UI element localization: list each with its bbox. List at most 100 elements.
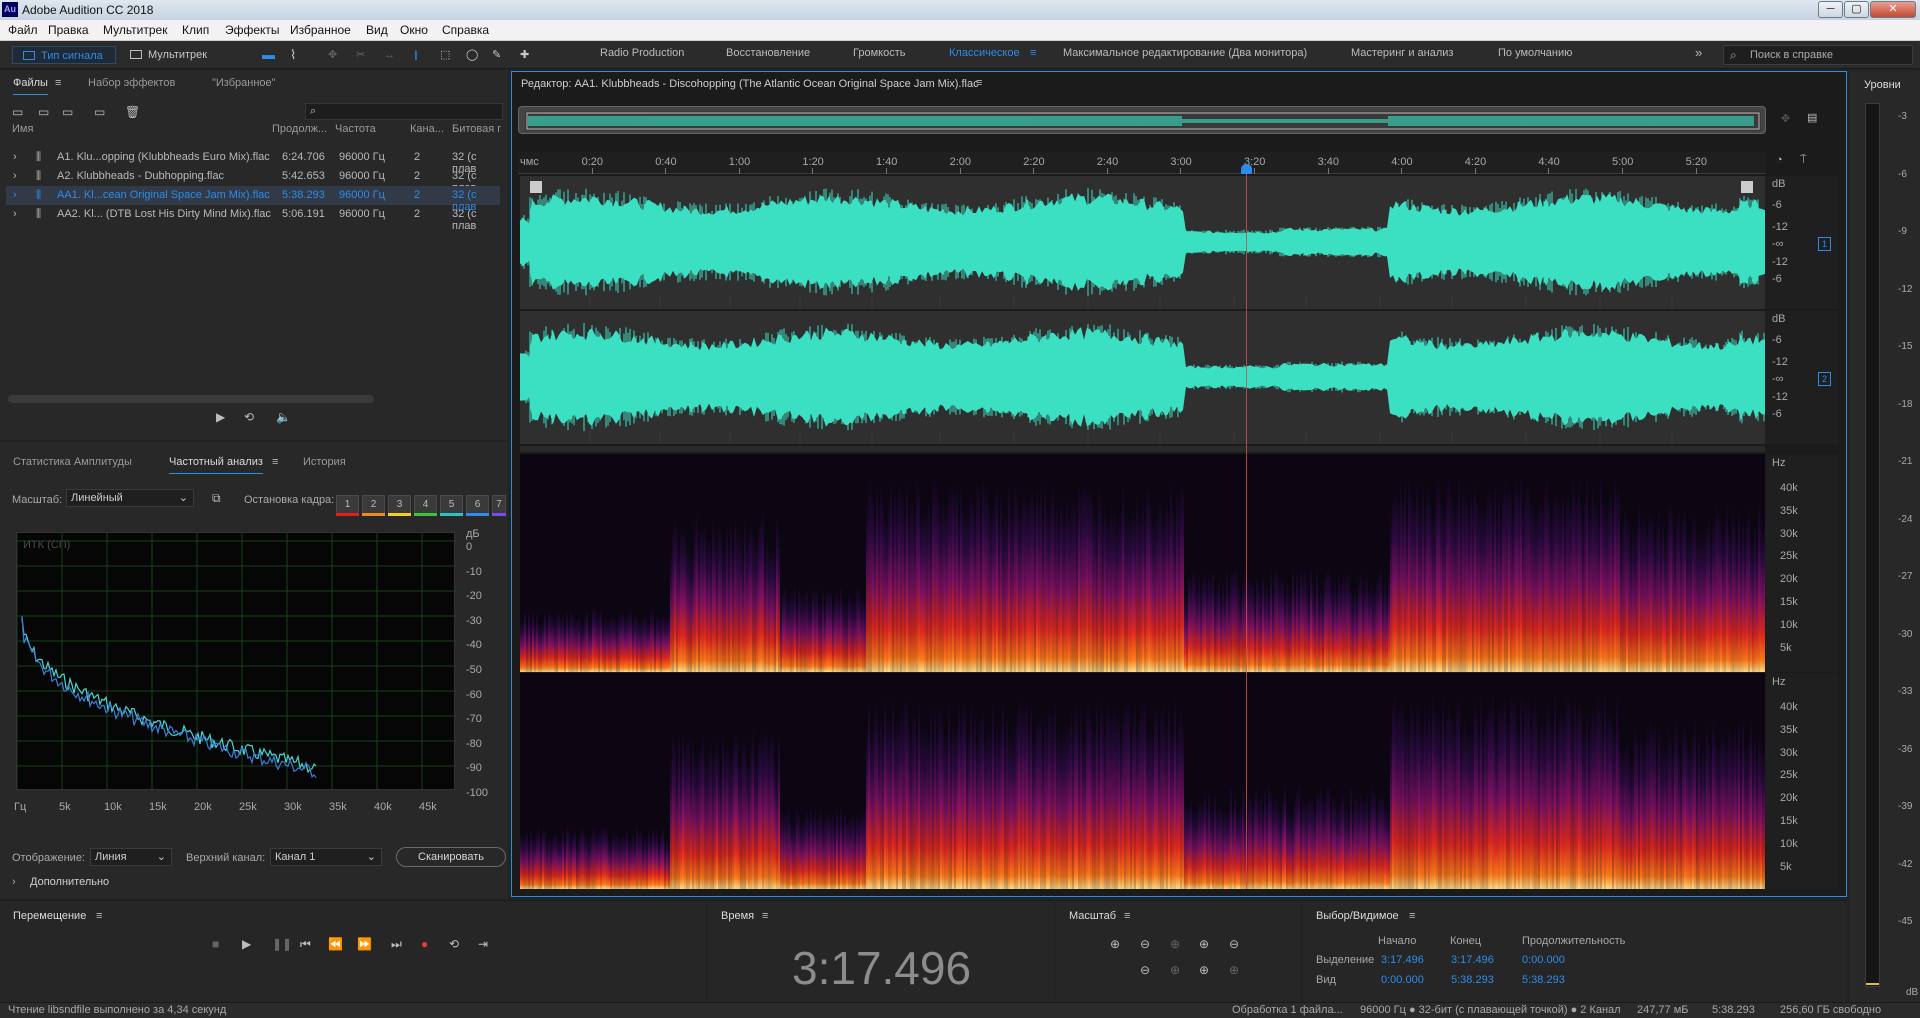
menu-file[interactable]: Файл (8, 23, 38, 37)
skip-forward-icon[interactable]: ⏭ (391, 937, 402, 952)
maximize-button[interactable]: ▢ (1844, 1, 1869, 18)
minimize-button[interactable]: ─ (1818, 1, 1843, 18)
zoom-out-time-icon[interactable]: ⊖ (1229, 937, 1239, 951)
workspace-classic[interactable]: Классическое (949, 47, 1020, 59)
close-button[interactable]: ✕ (1870, 1, 1916, 18)
col-rate[interactable]: Частота (335, 123, 376, 135)
play-file-icon[interactable]: ▶ (216, 410, 225, 424)
spectral-channel-2[interactable] (520, 673, 1766, 889)
menu-help[interactable]: Справка (442, 23, 489, 37)
zoom-in-point-icon[interactable]: ⊕ (1170, 937, 1180, 951)
menu-window[interactable]: Окно (400, 23, 428, 37)
time-selection-tool-icon[interactable]: I (414, 46, 430, 64)
file-row-selected[interactable]: › ⫼ AA1. Kl...cean Original Space Jam Mi… (6, 186, 500, 213)
waveform-channel-2[interactable] (520, 311, 1765, 444)
freeze-slot-4[interactable]: 4 (414, 495, 437, 514)
open-file-icon[interactable]: ▭ (12, 105, 23, 119)
col-bits[interactable]: Битовая г (452, 123, 501, 135)
view-duration-value[interactable]: 5:38.293 (1522, 974, 1565, 986)
pause-icon[interactable]: ❚❚ (272, 937, 292, 951)
razor-tool-icon[interactable]: ✂ (356, 46, 376, 64)
playhead-line[interactable] (1246, 170, 1247, 889)
menu-favorites[interactable]: Избранное (290, 23, 351, 37)
scale-select[interactable]: Линейный ⌄ (66, 489, 194, 507)
channel-2-badge[interactable]: 2 (1818, 372, 1831, 386)
freeze-slot-5[interactable]: 5 (440, 495, 463, 514)
workspace-more-icon[interactable]: » (1695, 45, 1702, 60)
zoom-out-full-icon[interactable]: ⊖ (1140, 963, 1150, 977)
menu-effects[interactable]: Эффекты (225, 23, 280, 37)
overview-options-icon[interactable]: ▤ (1807, 111, 1817, 124)
menu-edit[interactable]: Правка (48, 23, 89, 37)
zoom-out-amplitude-icon[interactable]: ⊖ (1140, 937, 1150, 951)
editor-menu-icon[interactable]: ≡ (976, 77, 982, 89)
view-end-value[interactable]: 5:38.293 (1451, 974, 1494, 986)
display-select[interactable]: Линия ⌄ (90, 848, 172, 866)
fast-forward-icon[interactable]: ⏩ (357, 937, 372, 951)
new-file-icon[interactable]: ▭ (62, 105, 73, 119)
copy-freeze-icon[interactable]: ⧉ (212, 491, 221, 506)
zoom-in-amplitude-icon[interactable]: ⊕ (1110, 937, 1120, 951)
tab-files[interactable]: Файлы (13, 77, 48, 95)
expand-icon[interactable]: › (13, 170, 17, 182)
col-duration[interactable]: Продолж... (272, 123, 327, 135)
zoom-selection-icon[interactable]: ⊕ (1170, 963, 1180, 977)
waveform-view-button[interactable]: Тип сигнала (12, 46, 116, 64)
loop-icon[interactable]: ⟲ (449, 937, 459, 951)
selection-menu-icon[interactable]: ≡ (1409, 910, 1415, 922)
slip-tool-icon[interactable]: ↔ (384, 46, 404, 64)
freeze-slot-6[interactable]: 6 (466, 495, 489, 514)
tab-favorites[interactable]: "Избранное" (212, 77, 276, 89)
waveform-display-icon[interactable]: ▬ (262, 46, 282, 64)
zoom-in-left-icon[interactable]: ⊕ (1199, 963, 1209, 977)
tab-effects-rack[interactable]: Набор эффектов (88, 77, 175, 89)
workspace-default[interactable]: По умолчанию (1498, 47, 1572, 59)
channel-select[interactable]: Канал 1 ⌄ (270, 848, 382, 866)
time-ruler[interactable]: чмс 0:20 0:40 1:00 1:20 1:40 2:00 2:20 2:40 3:00… (518, 152, 1766, 174)
marquee-tool-icon[interactable]: ⬚ (440, 46, 458, 64)
selection-start-value[interactable]: 3:17.496 (1381, 954, 1424, 966)
insert-multitrack-icon[interactable]: ▭ (94, 105, 105, 119)
files-h-scrollbar[interactable] (8, 395, 374, 403)
file-row[interactable]: › ⫼ AA2. Kl... (DTB Lost His Dirty Mind … (6, 205, 500, 232)
files-menu-icon[interactable]: ≡ (55, 77, 61, 89)
import-file-icon[interactable]: ▭ (38, 105, 49, 119)
playhead-handle-icon[interactable] (1241, 164, 1252, 174)
spectral-channel-1[interactable] (520, 454, 1766, 672)
zoom-in-right-icon[interactable]: ⊕ (1229, 963, 1239, 977)
overview-bar[interactable] (518, 106, 1766, 134)
rewind-icon[interactable]: ⏪ (328, 937, 343, 951)
files-filter-input[interactable]: ⌕ (305, 103, 503, 120)
selection-end-value[interactable]: 3:17.496 (1451, 954, 1494, 966)
transport-menu-icon[interactable]: ≡ (96, 910, 102, 922)
advanced-expand-icon[interactable]: › (12, 876, 16, 888)
brush-tool-icon[interactable]: ✎ (492, 46, 510, 64)
col-channels[interactable]: Кана... (410, 123, 444, 135)
spectral-display-icon[interactable]: ⌇ (290, 46, 310, 64)
workspace-radio-production[interactable]: Radio Production (600, 47, 684, 59)
zoom-menu-icon[interactable]: ≡ (1124, 910, 1130, 922)
scan-button[interactable]: Сканировать (396, 847, 506, 867)
skip-back-icon[interactable]: ⏮ (300, 937, 311, 952)
advanced-label[interactable]: Дополнительно (30, 876, 109, 888)
expand-icon[interactable]: › (13, 151, 17, 163)
view-start-value[interactable]: 0:00.000 (1381, 974, 1424, 986)
view-divider-handle[interactable] (520, 446, 1765, 452)
workspace-loudness[interactable]: Громкость (853, 47, 905, 59)
multitrack-view-button[interactable]: Мультитрек (126, 46, 226, 64)
delete-icon[interactable]: 🗑 (125, 105, 140, 119)
zoom-in-time-icon[interactable]: ⊕ (1199, 937, 1209, 951)
workspace-max-editing[interactable]: Максимальное редактирование (Два монитор… (1063, 47, 1307, 59)
selection-duration-value[interactable]: 0:00.000 (1522, 954, 1565, 966)
expand-icon[interactable]: › (13, 208, 17, 220)
channel-1-badge[interactable]: 1 (1818, 237, 1831, 251)
marker-icon[interactable]: ⍑ (1800, 154, 1807, 167)
fade-out-handle-icon[interactable] (1741, 181, 1753, 193)
stop-icon[interactable]: ■ (212, 937, 219, 951)
metronome-icon[interactable]: ◔ (1776, 154, 1783, 166)
spot-healing-icon[interactable]: ✚ (520, 46, 538, 64)
record-icon[interactable]: ● (421, 937, 428, 951)
time-display[interactable]: 3:17.496 (792, 941, 971, 995)
time-menu-icon[interactable]: ≡ (762, 910, 768, 922)
skip-selection-icon[interactable]: ⇥ (478, 937, 488, 951)
